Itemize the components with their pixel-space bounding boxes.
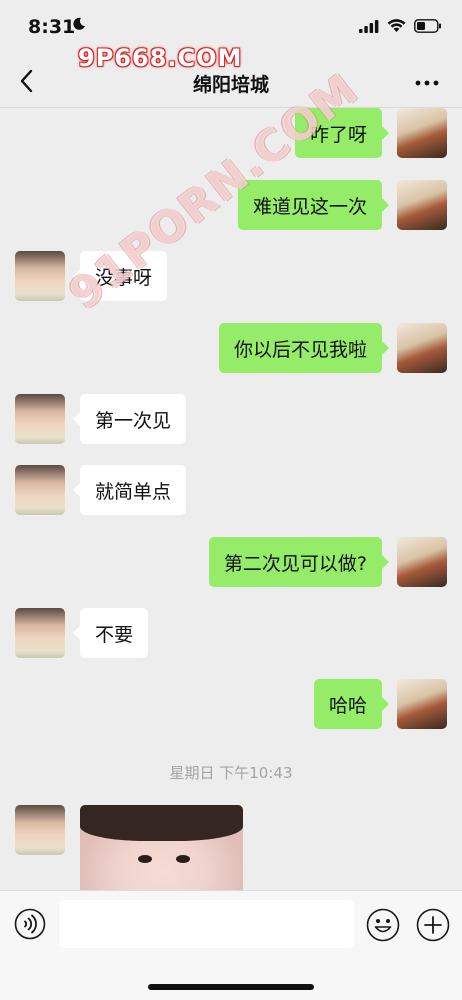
message-input[interactable] [59,900,354,948]
message-row: 第一次见 [0,394,462,444]
watermark-top: 9P668.COM [78,44,243,72]
my-avatar[interactable] [397,537,447,587]
image-photo-eye [176,855,190,863]
incoming-message-bubble[interactable]: 第一次见 [72,394,187,444]
contact-avatar[interactable] [15,805,65,855]
chat-area[interactable]: 咋了呀 难道见这一次 没事呀 你以后不见我啦 第一次见 就简单点 第二次见可以做… [0,108,462,890]
emoji-icon[interactable] [366,908,400,942]
contact-avatar[interactable] [15,251,65,301]
my-avatar[interactable] [397,323,447,373]
home-indicator [148,984,314,990]
message-row: 哈哈 [0,679,462,729]
contact-avatar[interactable] [15,394,65,444]
incoming-message-bubble[interactable]: 不要 [72,608,149,658]
status-icons [359,19,442,33]
wifi-icon [387,19,406,32]
message-row: 你以后不见我啦 [0,323,462,373]
incoming-message-bubble[interactable]: 没事呀 [72,251,168,301]
my-avatar[interactable] [397,180,447,230]
battery-icon [414,19,441,33]
message-row [0,805,462,890]
more-icon[interactable] [414,70,440,96]
signal-icon [359,19,379,33]
message-row: 难道见这一次 [0,180,462,230]
moon-icon [73,17,85,30]
message-timestamp: 星期日 下午10:43 [169,764,293,782]
outgoing-message-bubble[interactable]: 咋了呀 [294,108,390,158]
outgoing-message-bubble[interactable]: 哈哈 [313,679,390,729]
voice-icon[interactable] [14,908,46,940]
contact-avatar[interactable] [15,465,65,515]
message-row: 不要 [0,608,462,658]
plus-icon[interactable] [416,908,450,942]
message-row: 就简单点 [0,465,462,515]
image-message[interactable] [80,805,243,890]
chat-title: 绵阳培城 [192,74,269,96]
outgoing-message-bubble[interactable]: 难道见这一次 [237,180,390,230]
image-photo-hair [80,805,243,841]
outgoing-message-bubble[interactable]: 你以后不见我啦 [218,323,390,373]
my-avatar[interactable] [397,679,447,729]
message-row: 第二次见可以做? [0,537,462,587]
my-avatar[interactable] [397,108,447,158]
status-time: 8:31 [28,16,76,38]
message-row: 没事呀 [0,251,462,301]
message-row: 咋了呀 [0,108,462,158]
incoming-message-bubble[interactable]: 就简单点 [72,465,187,515]
outgoing-message-bubble[interactable]: 第二次见可以做? [208,537,390,587]
image-photo-eye [138,855,152,863]
contact-avatar[interactable] [15,608,65,658]
